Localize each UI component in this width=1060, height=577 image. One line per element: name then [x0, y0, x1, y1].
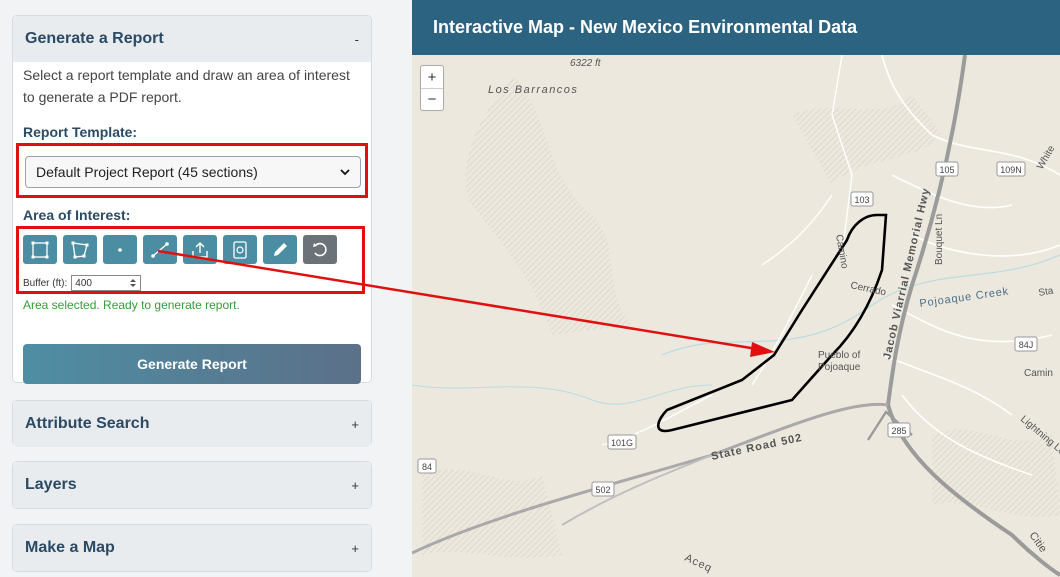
template-label: Report Template: — [23, 124, 138, 140]
report-panel: Generate a Report - Select a report temp… — [12, 15, 372, 384]
make-map-header[interactable]: Make a Map + — [13, 525, 371, 571]
basemap[interactable]: 6322 ft Los Barrancos Camino Cerrado Poj… — [412, 54, 1060, 577]
map-canvas[interactable]: 6322 ft Los Barrancos Camino Cerrado Poj… — [412, 54, 1060, 577]
bouquet-label: Bouquet Ln — [934, 214, 945, 265]
map-container: Interactive Map - New Mexico Environment… — [412, 0, 1060, 577]
route-84j-shield: 84J — [1019, 340, 1034, 350]
route-105-shield: 105 — [939, 165, 954, 175]
camino-right-label: Camin — [1024, 368, 1053, 379]
elevation-label: 6322 ft — [570, 58, 602, 69]
aoi-label: Area of Interest: — [23, 207, 131, 223]
zoom-control: + − — [420, 65, 444, 111]
report-description: Select a report template and draw an are… — [23, 67, 350, 105]
attribute-search-panel: Attribute Search + — [12, 400, 372, 447]
zoom-out-button[interactable]: − — [421, 88, 443, 110]
route-285-shield: 285 — [891, 426, 906, 436]
map-title: Interactive Map - New Mexico Environment… — [412, 0, 1060, 55]
route-502-shield: 502 — [595, 485, 610, 495]
status-message: Area selected. Ready to generate report. — [23, 298, 240, 312]
route-101g-shield: 101G — [611, 438, 633, 448]
expand-icon[interactable]: + — [351, 417, 359, 432]
collapse-icon[interactable]: - — [355, 32, 359, 47]
expand-icon[interactable]: + — [351, 478, 359, 493]
generate-report-button[interactable]: Generate Report — [23, 344, 361, 384]
layers-panel: Layers + — [12, 461, 372, 509]
los-barrancos-label: Los Barrancos — [488, 84, 578, 96]
report-panel-header[interactable]: Generate a Report - — [13, 16, 371, 62]
make-map-panel: Make a Map + — [12, 524, 372, 572]
zoom-in-button[interactable]: + — [421, 66, 443, 88]
route-84-shield: 84 — [422, 462, 432, 472]
pueblo-label-2: Pojoaque — [818, 362, 861, 373]
layers-header[interactable]: Layers + — [13, 462, 371, 508]
route-109n-shield: 109N — [1000, 165, 1022, 175]
expand-icon[interactable]: + — [351, 541, 359, 556]
layers-title: Layers — [25, 476, 77, 493]
template-highlight-box — [16, 143, 368, 198]
sidebar: Generate a Report - Select a report temp… — [0, 0, 385, 577]
toolbar-highlight-box — [16, 226, 365, 294]
pueblo-label-1: Pueblo of — [818, 350, 860, 361]
make-map-title: Make a Map — [25, 539, 115, 556]
report-panel-title: Generate a Report — [25, 30, 164, 47]
attribute-search-title: Attribute Search — [25, 415, 150, 432]
route-103-shield: 103 — [854, 195, 869, 205]
attribute-search-header[interactable]: Attribute Search + — [13, 401, 371, 447]
